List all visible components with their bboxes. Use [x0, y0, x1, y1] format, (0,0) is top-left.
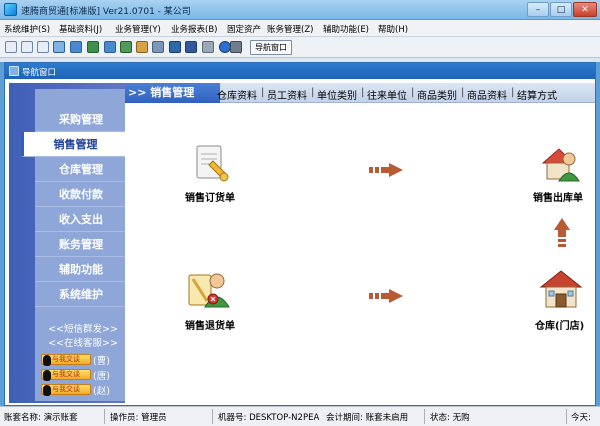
- close-button[interactable]: ✕: [573, 2, 597, 17]
- tab-product-data[interactable]: 商品资料: [467, 87, 507, 102]
- tab-separator: |: [511, 87, 515, 98]
- user-icon[interactable]: [87, 41, 99, 53]
- tab-separator: |: [311, 87, 315, 98]
- monitor-icon[interactable]: [53, 41, 65, 53]
- nav-window: 导航窗口 采购管理 销售管理 仓库管理 收款付款 收入支出 账务管理 辅助功能 …: [4, 62, 596, 406]
- nav-window-header: 导航窗口: [5, 63, 595, 79]
- qq-contact[interactable]: 与我交谈 (赵): [41, 383, 127, 397]
- sidebar-item-income-expense[interactable]: 收入支出: [35, 207, 127, 232]
- card-icon[interactable]: [136, 41, 148, 53]
- sales-order-label[interactable]: 销售订货单: [185, 189, 235, 204]
- section-title: >> 销售管理: [125, 83, 220, 103]
- menu-bar: 系统维护(S) 基础资料(J) 业务管理(Y) 业务报表(B) 固定资产 账务管…: [0, 20, 600, 37]
- qq-contact-name: (赵): [93, 386, 110, 397]
- maximize-button[interactable]: □: [550, 2, 572, 17]
- menu-fixed-assets[interactable]: 固定资产: [227, 23, 261, 35]
- minimize-button[interactable]: –: [527, 2, 549, 17]
- window-icon: [9, 66, 19, 76]
- title-bar: 速腾商贸通[标准版] Ver21.0701 - 某公司 – □ ✕: [0, 0, 600, 20]
- qq-contact-name: (唐): [93, 371, 110, 382]
- nav-window-title: 导航窗口: [22, 68, 57, 78]
- menu-auxiliary[interactable]: 辅助功能(E): [323, 23, 369, 35]
- print-icon[interactable]: [202, 41, 214, 53]
- user-icon[interactable]: [70, 41, 82, 53]
- exit-icon[interactable]: [230, 41, 242, 53]
- penguin-icon: [43, 385, 51, 396]
- qq-chat-badge[interactable]: 与我交谈: [41, 354, 91, 366]
- sales-outbound-icon[interactable]: [539, 141, 581, 183]
- status-period: 会计期间: 账套未启用: [326, 413, 409, 423]
- sidebar-item-auxiliary[interactable]: 辅助功能: [35, 257, 127, 282]
- status-separator: [566, 409, 567, 424]
- arrow-right-icon: [369, 289, 403, 303]
- menu-accounting[interactable]: 账务管理(Z): [267, 23, 313, 35]
- doc-icon[interactable]: [37, 41, 49, 53]
- status-today: 今天:: [571, 413, 591, 423]
- sidebar-item-system[interactable]: 系统维护: [35, 282, 127, 307]
- warehouse-icon[interactable]: [539, 267, 583, 311]
- status-operator: 操作员: 管理员: [110, 413, 167, 423]
- sidebar-item-warehouse[interactable]: 仓库管理: [35, 157, 127, 182]
- sidebar: 采购管理 销售管理 仓库管理 收款付款 收入支出 账务管理 辅助功能 系统维护 …: [9, 83, 127, 403]
- save-icon[interactable]: [185, 41, 197, 53]
- sidebar-item-accounting[interactable]: 账务管理: [35, 232, 127, 257]
- doc-icon[interactable]: [5, 41, 17, 53]
- user-icon[interactable]: [104, 41, 116, 53]
- menu-system[interactable]: 系统维护(S): [4, 23, 50, 35]
- qq-contact[interactable]: 与我交谈 (曹): [41, 353, 127, 367]
- warehouse-label[interactable]: 仓库(门店): [535, 317, 584, 332]
- tab-product-category[interactable]: 商品类别: [417, 87, 457, 102]
- tab-warehouse-data[interactable]: 仓库资料: [217, 87, 257, 102]
- arrow-right-icon: [369, 163, 403, 177]
- sales-order-icon[interactable]: [191, 143, 231, 183]
- qq-contact[interactable]: 与我交谈 (唐): [41, 368, 127, 382]
- tab-employee-data[interactable]: 员工资料: [267, 87, 307, 102]
- penguin-icon: [43, 355, 51, 366]
- online-support-link[interactable]: <<在线客服>>: [39, 335, 127, 349]
- qq-chat-badge[interactable]: 与我交谈: [41, 369, 91, 381]
- sales-flow-area: 销售订货单 销售出库单 销售退货单 仓库(门店): [125, 103, 595, 403]
- sidebar-item-sales[interactable]: 销售管理: [21, 132, 127, 157]
- tab-separator: |: [411, 87, 415, 98]
- tab-separator: |: [461, 87, 465, 98]
- menu-help[interactable]: 帮助(H): [378, 23, 408, 35]
- status-separator: [212, 409, 213, 424]
- menu-basic-data[interactable]: 基础资料(J): [59, 23, 102, 35]
- sales-return-label[interactable]: 销售退货单: [185, 317, 235, 332]
- status-separator: [424, 409, 425, 424]
- window-title: 速腾商贸通[标准版] Ver21.0701 - 某公司: [21, 7, 191, 17]
- menu-reports[interactable]: 业务报表(B): [171, 23, 217, 35]
- tab-unit-category[interactable]: 单位类别: [317, 87, 357, 102]
- doc-icon[interactable]: [21, 41, 33, 53]
- qq-contact-name: (曹): [93, 356, 110, 367]
- user-icon[interactable]: [120, 41, 132, 53]
- app-icon: [4, 3, 17, 16]
- sales-outbound-label[interactable]: 销售出库单: [533, 189, 583, 204]
- tab-partners[interactable]: 往来单位: [367, 87, 407, 102]
- sidebar-item-payments[interactable]: 收款付款: [35, 182, 127, 207]
- status-machine: 机器号: DESKTOP-N2PEA: [218, 413, 320, 423]
- toolbar: 导航窗口: [0, 37, 600, 58]
- sms-broadcast-link[interactable]: <<短信群发>>: [39, 321, 127, 335]
- tab-settlement-method[interactable]: 结算方式: [517, 87, 557, 102]
- stack-icon[interactable]: [152, 41, 164, 53]
- nav-window-button[interactable]: 导航窗口: [250, 40, 292, 55]
- tab-separator: |: [261, 87, 265, 98]
- mail-icon[interactable]: [169, 41, 181, 53]
- qq-chat-badge[interactable]: 与我交谈: [41, 384, 91, 396]
- menu-business[interactable]: 业务管理(Y): [115, 23, 161, 35]
- status-account: 账套名称: 演示账套: [4, 413, 78, 423]
- sales-return-icon[interactable]: [187, 269, 231, 309]
- sidebar-item-purchase[interactable]: 采购管理: [35, 107, 127, 132]
- status-bar: 账套名称: 演示账套 操作员: 管理员 机器号: DESKTOP-N2PEA 会…: [0, 406, 600, 426]
- arrow-up-icon: [554, 218, 570, 247]
- tab-separator: |: [361, 87, 365, 98]
- status-state: 状态: 无购: [430, 413, 470, 423]
- section-header: >> 销售管理 仓库资料 | 员工资料 | 单位类别 | 往来单位 | 商品类别…: [125, 83, 595, 103]
- penguin-icon: [43, 370, 51, 381]
- status-separator: [104, 409, 105, 424]
